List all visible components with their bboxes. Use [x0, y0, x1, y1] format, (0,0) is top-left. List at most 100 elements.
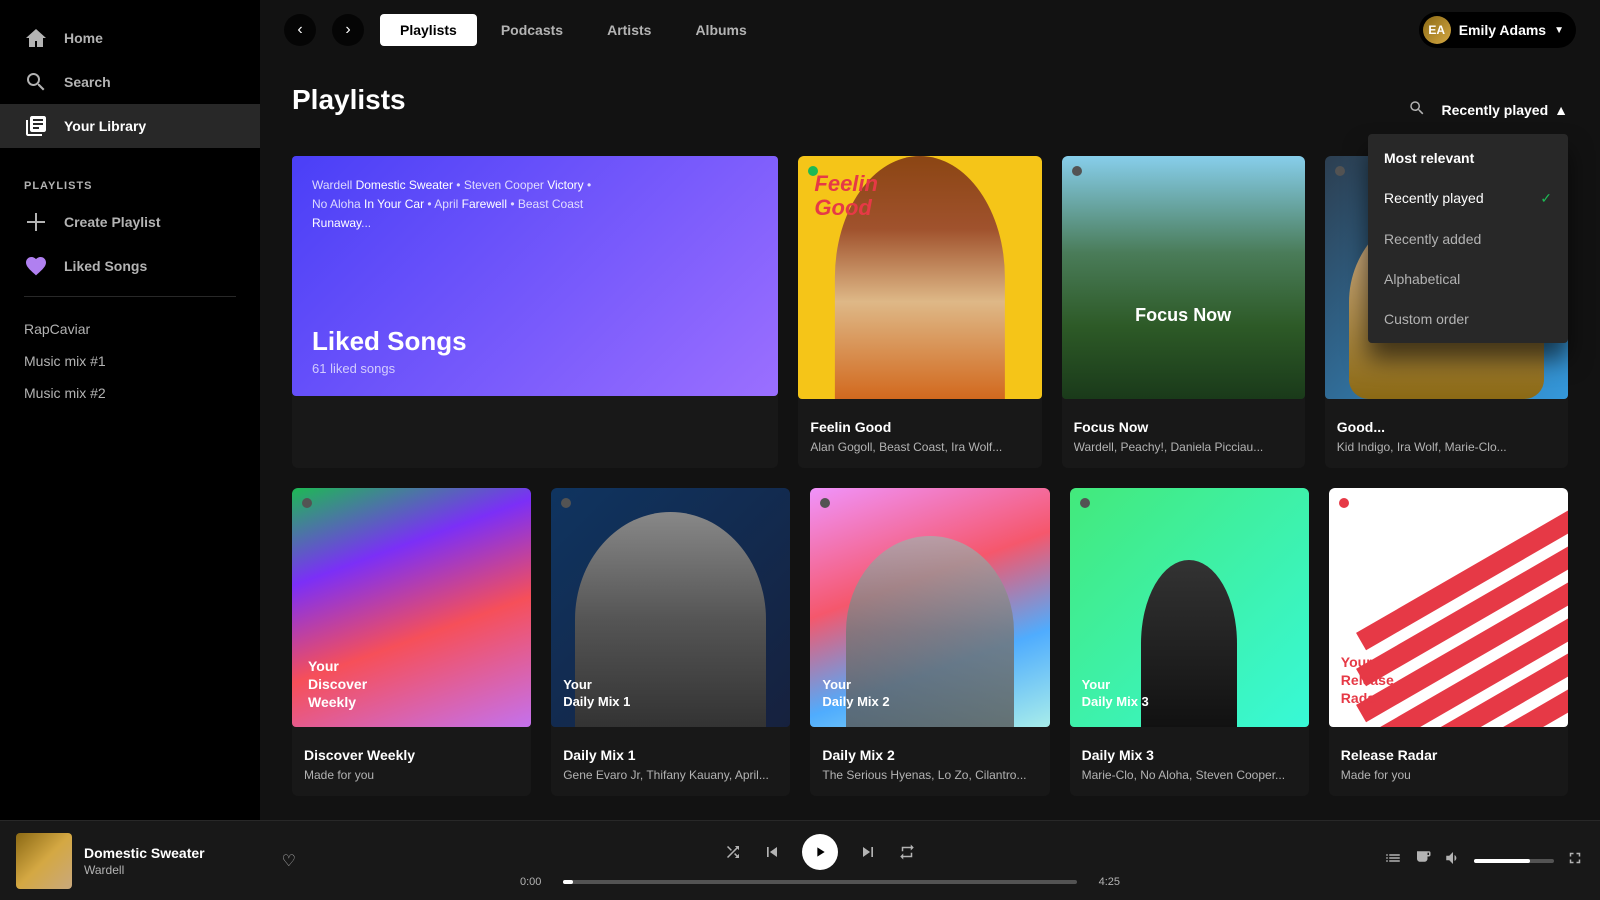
plus-icon — [24, 210, 48, 234]
sort-dropdown-menu: Most relevant Recently played ✓ Recently… — [1368, 134, 1568, 343]
time-total: 4:25 — [1085, 876, 1120, 888]
liked-songs-subtitle: 61 liked songs — [312, 361, 467, 376]
daily-mix-3-cover: YourDaily Mix 3 — [1070, 488, 1309, 727]
status-dot-gray2 — [1335, 166, 1345, 176]
playlist-card-focus-now[interactable]: Focus Now Focus Now Wardell, Peachy!, Da… — [1062, 156, 1305, 468]
main-content: Playlists Recently played ▲ Most relevan… — [260, 60, 1600, 820]
previous-button[interactable] — [762, 842, 782, 862]
sidebar-item-search[interactable]: Search — [0, 60, 260, 104]
liked-songs-cover: Wardell Domestic Sweater • Steven Cooper… — [292, 156, 778, 396]
daily-mix-3-title: Daily Mix 3 — [1082, 747, 1297, 763]
focus-now-cover: Focus Now — [1062, 156, 1305, 399]
like-track-button[interactable]: ♡ — [282, 851, 296, 871]
tab-playlists[interactable]: Playlists — [380, 14, 477, 46]
sidebar-playlist-music-mix-1[interactable]: Music mix #1 — [0, 345, 260, 377]
player-buttons — [724, 834, 916, 870]
release-radar-subtitle: Made for you — [1341, 767, 1556, 784]
tab-navigation: Playlists Podcasts Artists Albums — [380, 14, 1403, 46]
sort-option-recently-added[interactable]: Recently added — [1368, 219, 1568, 259]
playlist-card-daily-mix-3[interactable]: YourDaily Mix 3 Daily Mix 3 Marie-Clo, N… — [1070, 488, 1309, 796]
liked-songs-button[interactable]: Liked Songs — [0, 244, 260, 288]
daily-mix-1-title: Daily Mix 1 — [563, 747, 778, 763]
player-track-name: Domestic Sweater — [84, 845, 205, 861]
user-name: Emily Adams — [1459, 22, 1546, 38]
focus-now-subtitle: Wardell, Peachy!, Daniela Picciau... — [1074, 439, 1293, 456]
check-icon: ✓ — [1540, 190, 1552, 207]
playlist-card-release-radar[interactable]: YourReleaseRadar Release Radar Made for … — [1329, 488, 1568, 796]
daily-mix-2-title: Daily Mix 2 — [822, 747, 1037, 763]
queue-button[interactable] — [1384, 849, 1402, 872]
sort-option-recently-played[interactable]: Recently played ✓ — [1368, 178, 1568, 219]
daily-mix-2-subtitle: The Serious Hyenas, Lo Zo, Cilantro... — [822, 767, 1037, 784]
discover-weekly-cover: YourDiscoverWeekly — [292, 488, 531, 727]
sidebar-item-library[interactable]: Your Library — [0, 104, 260, 148]
volume-slider[interactable] — [1474, 859, 1554, 863]
status-dot-rr — [1339, 498, 1349, 508]
daily-mix-1-cover: YourDaily Mix 1 — [551, 488, 790, 727]
sort-dropdown-button[interactable]: Recently played ▲ — [1442, 102, 1568, 118]
playlist-card-liked-songs[interactable]: Wardell Domestic Sweater • Steven Cooper… — [292, 156, 778, 468]
progress-track[interactable] — [563, 880, 1077, 884]
sort-control: Recently played ▲ Most relevant Recently… — [1404, 95, 1568, 126]
fullscreen-button[interactable] — [1566, 849, 1584, 872]
daily-mix-2-cover: YourDaily Mix 2 — [810, 488, 1049, 727]
heart-icon — [24, 254, 48, 278]
good-title: Good... — [1337, 419, 1556, 435]
shuffle-button[interactable] — [724, 843, 742, 861]
release-radar-title: Release Radar — [1341, 747, 1556, 763]
player-album-art — [16, 833, 72, 889]
next-button[interactable] — [858, 842, 878, 862]
status-dot-dm2 — [820, 498, 830, 508]
player-bar: Domestic Sweater Wardell ♡ 0:00 — [0, 820, 1600, 900]
home-icon — [24, 26, 48, 50]
player-track-details: Domestic Sweater Wardell — [84, 845, 205, 877]
status-dot-dm1 — [561, 498, 571, 508]
user-menu[interactable]: EA Emily Adams ▼ — [1419, 12, 1576, 48]
release-radar-cover: YourReleaseRadar — [1329, 488, 1568, 727]
player-right-controls — [1344, 849, 1584, 872]
play-pause-button[interactable] — [802, 834, 838, 870]
sort-option-alphabetical[interactable]: Alphabetical — [1368, 259, 1568, 299]
sidebar: Home Search Your Library PLAYLISTS Creat… — [0, 0, 260, 820]
sort-option-most-relevant[interactable]: Most relevant — [1368, 138, 1568, 178]
chevron-up-icon: ▲ — [1554, 102, 1568, 118]
tab-podcasts[interactable]: Podcasts — [481, 14, 583, 46]
playlist-card-daily-mix-1[interactable]: YourDaily Mix 1 Daily Mix 1 Gene Evaro J… — [551, 488, 790, 796]
search-content-button[interactable] — [1404, 95, 1430, 126]
sidebar-playlist-rapcaviar[interactable]: RapCaviar — [0, 313, 260, 345]
forward-button[interactable]: › — [332, 14, 364, 46]
playlist-card-daily-mix-2[interactable]: YourDaily Mix 2 Daily Mix 2 The Serious … — [810, 488, 1049, 796]
feelin-good-subtitle: Alan Gogoll, Beast Coast, Ira Wolf... — [810, 439, 1029, 456]
sidebar-playlist-music-mix-2[interactable]: Music mix #2 — [0, 377, 260, 409]
create-playlist-button[interactable]: Create Playlist — [0, 200, 260, 244]
app-layout: Home Search Your Library PLAYLISTS Creat… — [0, 0, 1600, 820]
playlists-section-label: PLAYLISTS — [0, 164, 260, 200]
devices-button[interactable] — [1414, 849, 1432, 872]
tab-artists[interactable]: Artists — [587, 14, 671, 46]
volume-button[interactable] — [1444, 849, 1462, 872]
discover-weekly-title: Discover Weekly — [304, 747, 519, 763]
good-subtitle: Kid Indigo, Ira Wolf, Marie-Clo... — [1337, 439, 1556, 456]
topbar: ‹ › Playlists Podcasts Artists Albums EA… — [260, 0, 1600, 60]
search-nav-icon — [24, 70, 48, 94]
volume-fill — [1474, 859, 1530, 863]
tab-albums[interactable]: Albums — [675, 14, 766, 46]
back-button[interactable]: ‹ — [284, 14, 316, 46]
library-icon — [24, 114, 48, 138]
sort-option-custom-order[interactable]: Custom order — [1368, 299, 1568, 339]
player-artist-name: Wardell — [84, 863, 205, 877]
liked-songs-artists-preview: Wardell Domestic Sweater • Steven Cooper… — [312, 176, 758, 234]
playlist-card-discover-weekly[interactable]: YourDiscoverWeekly Discover Weekly Made … — [292, 488, 531, 796]
discover-weekly-subtitle: Made for you — [304, 767, 519, 784]
daily-mix-3-subtitle: Marie-Clo, No Aloha, Steven Cooper... — [1082, 767, 1297, 784]
progress-fill — [563, 880, 573, 884]
sidebar-navigation: Home Search Your Library — [0, 8, 260, 164]
user-avatar: EA — [1423, 16, 1451, 44]
liked-songs-title-area: Liked Songs 61 liked songs — [312, 326, 467, 376]
focus-now-title: Focus Now — [1074, 419, 1293, 435]
sidebar-divider — [24, 296, 236, 297]
playlist-card-feelin-good[interactable]: FeelinGood Feelin Good Alan Gogoll, Beas… — [798, 156, 1041, 468]
repeat-button[interactable] — [898, 843, 916, 861]
sidebar-item-home[interactable]: Home — [0, 16, 260, 60]
daily-mix-1-subtitle: Gene Evaro Jr, Thifany Kauany, April... — [563, 767, 778, 784]
